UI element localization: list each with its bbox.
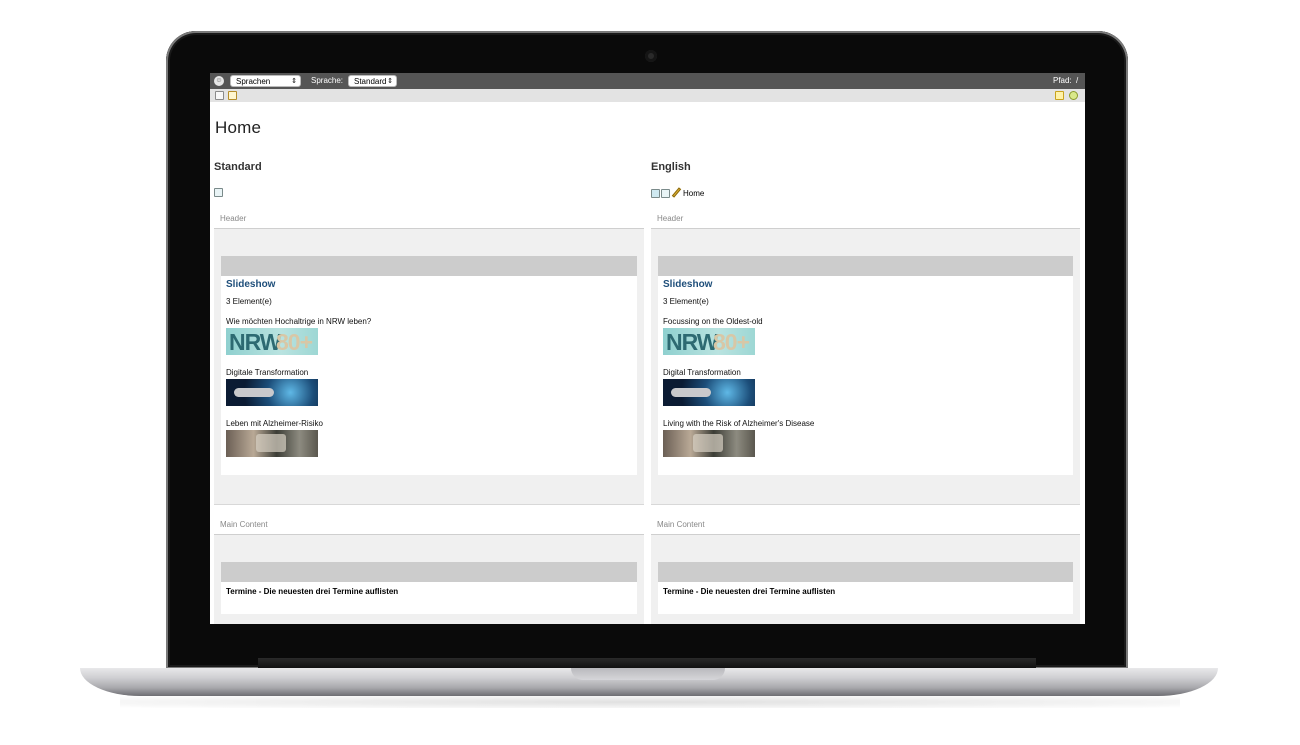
element-count: 3 Element(e) <box>226 297 272 306</box>
page-icon[interactable] <box>214 188 223 198</box>
card-header-bar[interactable] <box>658 562 1073 582</box>
item-label: Wie möchten Hochaltrige in NRW leben? <box>226 317 372 326</box>
digital-thumbnail[interactable] <box>663 379 755 406</box>
card-header-bar[interactable] <box>658 256 1073 276</box>
slideshow-card: Slideshow 3 Element(e) Wie möchten Hocha… <box>221 256 637 475</box>
termine-card: Termine - Die neuesten drei Termine aufl… <box>658 562 1073 614</box>
slideshow-title[interactable]: Slideshow <box>226 279 275 290</box>
card-header-bar[interactable] <box>221 256 637 276</box>
page-icon[interactable] <box>661 188 670 198</box>
slideshow-title[interactable]: Slideshow <box>663 279 712 290</box>
alzheimer-thumbnail[interactable] <box>663 430 755 457</box>
column-english: English Home Header Slideshow 3 Element(… <box>651 73 1080 624</box>
section-header: Slideshow 3 Element(e) Focussing on the … <box>651 228 1080 505</box>
laptop-hinge <box>258 658 1036 668</box>
slideshow-item[interactable]: Digitale Transformation <box>226 368 318 406</box>
column-icons <box>214 188 224 200</box>
card-header-bar[interactable] <box>221 562 637 582</box>
nrw80-thumbnail[interactable]: NRW 80+ <box>226 328 318 355</box>
item-label: Digitale Transformation <box>226 368 309 377</box>
globe-page-icon[interactable] <box>651 188 660 198</box>
slideshow-item[interactable]: Digital Transformation <box>663 368 755 406</box>
alzheimer-thumbnail[interactable] <box>226 430 318 457</box>
laptop-shadow <box>120 696 1180 708</box>
section-main: Termine - Die neuesten drei Termine aufl… <box>214 534 644 624</box>
element-count: 3 Element(e) <box>663 297 709 306</box>
pencil-icon[interactable] <box>671 188 681 198</box>
slideshow-item[interactable]: Living with the Risk of Alzheimer's Dise… <box>663 419 815 457</box>
slideshow-card: Slideshow 3 Element(e) Focussing on the … <box>658 256 1073 475</box>
thumb-text-plus: 80+ <box>276 329 313 355</box>
digital-thumbnail[interactable] <box>226 379 318 406</box>
section-label-header: Header <box>220 214 247 223</box>
slideshow-item[interactable]: Wie möchten Hochaltrige in NRW leben? NR… <box>226 317 372 355</box>
item-label: Living with the Risk of Alzheimer's Dise… <box>663 419 815 428</box>
thumb-text: NRW <box>229 329 282 355</box>
column-icons: Home <box>651 188 704 200</box>
item-label: Focussing on the Oldest-old <box>663 317 763 326</box>
termine-card: Termine - Die neuesten drei Termine aufl… <box>221 562 637 614</box>
slideshow-item[interactable]: Focussing on the Oldest-old NRW 80+ <box>663 317 763 355</box>
section-label-main: Main Content <box>220 520 268 529</box>
item-label: Leben mit Alzheimer-Risiko <box>226 419 323 428</box>
section-header: Slideshow 3 Element(e) Wie möchten Hocha… <box>214 228 644 505</box>
nrw80-thumbnail[interactable]: NRW 80+ <box>663 328 755 355</box>
browser-screen: ☺ Sprachen ⇕ Sprache: Standard ⇕ Pfad: /… <box>210 73 1085 624</box>
section-label-header: Header <box>657 214 684 223</box>
column-title: Standard <box>214 161 262 173</box>
column-standard: Standard Header Slideshow 3 Element(e) W… <box>214 73 644 624</box>
home-link[interactable]: Home <box>683 189 704 198</box>
laptop-notch <box>571 668 725 680</box>
thumb-text: NRW <box>666 329 719 355</box>
section-label-main: Main Content <box>657 520 705 529</box>
column-title: English <box>651 161 691 173</box>
termine-text[interactable]: Termine - Die neuesten drei Termine aufl… <box>226 587 398 596</box>
camera-icon <box>645 50 657 62</box>
section-main: Termine - Die neuesten drei Termine aufl… <box>651 534 1080 624</box>
slideshow-item[interactable]: Leben mit Alzheimer-Risiko <box>226 419 323 457</box>
termine-text[interactable]: Termine - Die neuesten drei Termine aufl… <box>663 587 835 596</box>
item-label: Digital Transformation <box>663 368 741 377</box>
thumb-text-plus: 80+ <box>713 329 750 355</box>
